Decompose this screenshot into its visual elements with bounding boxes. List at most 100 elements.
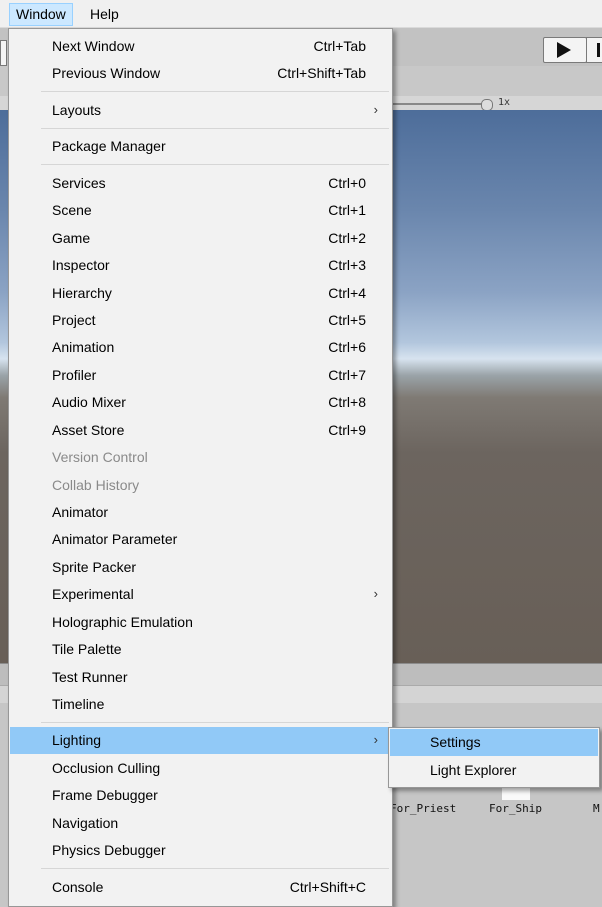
menu-item-label: Package Manager [52,138,166,154]
menu-item-experimental[interactable]: Experimental › [10,581,391,608]
submenu-arrow-icon: › [373,586,378,601]
menu-item-layouts[interactable]: Layouts › [10,97,391,124]
menu-item-shortcut: Ctrl+5 [328,312,366,328]
menu-help[interactable]: Help [84,4,125,25]
menu-item-shortcut: Ctrl+3 [328,257,366,273]
menu-separator [41,91,389,92]
menu-item-animation[interactable]: Animation Ctrl+6 [10,334,391,361]
menu-item-project[interactable]: Project Ctrl+5 [10,307,391,334]
menu-item-shortcut: Ctrl+Tab [313,38,366,54]
menu-item-label: Layouts [52,102,102,118]
menu-item-animator-parameter[interactable]: Animator Parameter [10,526,391,553]
menu-item-shortcut: Ctrl+Shift+C [289,879,366,895]
menu-item-inspector[interactable]: Inspector Ctrl+3 [10,252,391,279]
pause-button[interactable] [586,37,602,63]
play-icon [557,42,571,58]
menu-item-shortcut: Ctrl+4 [328,285,366,301]
menu-item-physics-debugger[interactable]: Physics Debugger [10,837,391,864]
menu-item-profiler[interactable]: Profiler Ctrl+7 [10,362,391,389]
menu-item-label: Profiler [52,367,97,383]
menu-item-label: Lighting [52,732,102,748]
menu-item-services[interactable]: Services Ctrl+0 [10,170,391,197]
menu-item-sprite-packer[interactable]: Sprite Packer [10,554,391,581]
menu-bar: Window Help [0,0,602,28]
lighting-submenu: Settings Light Explorer [388,727,600,788]
play-button[interactable] [543,37,587,63]
menu-item-label: Asset Store [52,422,125,438]
menu-separator [41,868,389,869]
menu-item-label: Frame Debugger [52,787,158,803]
window-menu-dropdown: Next Window Ctrl+Tab Previous Window Ctr… [8,28,393,907]
menu-item-package-manager[interactable]: Package Manager [10,133,391,160]
menu-item-previous-window[interactable]: Previous Window Ctrl+Shift+Tab [10,60,391,87]
menu-item-collab-history: Collab History [10,472,391,499]
scale-label: 1x [498,97,511,108]
menu-item-scene[interactable]: Scene Ctrl+1 [10,197,391,224]
menu-item-animator[interactable]: Animator [10,499,391,526]
asset-label[interactable]: For_Ship [489,802,542,815]
menu-item-lighting[interactable]: Lighting › [10,727,391,754]
menu-item-shortcut: Ctrl+9 [328,422,366,438]
menu-separator [41,128,389,129]
menu-item-label: Hierarchy [52,285,112,301]
menu-item-tile-palette[interactable]: Tile Palette [10,636,391,663]
submenu-arrow-icon: › [373,102,378,117]
submenu-item-light-explorer[interactable]: Light Explorer [390,757,598,784]
menu-item-occlusion-culling[interactable]: Occlusion Culling [10,755,391,782]
menu-item-version-control: Version Control [10,444,391,471]
menu-item-navigation[interactable]: Navigation [10,810,391,837]
menu-item-shortcut: Ctrl+7 [328,367,366,383]
menu-item-label: Inspector [52,257,110,273]
menu-item-label: Animation [52,339,115,355]
menu-item-label: Next Window [52,38,135,54]
scale-slider[interactable] [392,103,490,105]
menu-item-label: Experimental [52,586,134,602]
submenu-item-label: Light Explorer [430,762,517,778]
menu-item-frame-debugger[interactable]: Frame Debugger [10,782,391,809]
menu-item-label: Game [52,230,91,246]
menu-item-shortcut: Ctrl+1 [328,202,366,218]
submenu-item-settings[interactable]: Settings [390,729,598,756]
menu-item-label: Project [52,312,96,328]
menu-item-label: Tile Palette [52,641,122,657]
menu-separator [41,164,389,165]
menu-item-label: Navigation [52,815,119,831]
menu-item-next-window[interactable]: Next Window Ctrl+Tab [10,33,391,60]
asset-label[interactable]: M [593,802,600,815]
menu-separator [41,722,389,723]
menu-item-test-runner[interactable]: Test Runner [10,664,391,691]
menu-item-label: Physics Debugger [52,842,166,858]
menu-item-label: Holographic Emulation [52,614,193,630]
menu-item-shortcut: Ctrl+Shift+Tab [277,65,366,81]
menu-item-shortcut: Ctrl+2 [328,230,366,246]
menu-item-shortcut: Ctrl+8 [328,394,366,410]
toolbar-tool-button[interactable] [0,40,7,66]
menu-item-shortcut: Ctrl+6 [328,339,366,355]
menu-item-label: Sprite Packer [52,559,137,575]
menu-item-label: Test Runner [52,669,128,685]
menu-item-label: Animator [52,504,109,520]
menu-item-label: Collab History [52,477,140,493]
menu-item-shortcut: Ctrl+0 [328,175,366,191]
menu-item-label: Scene [52,202,92,218]
menu-item-label: Timeline [52,696,105,712]
menu-item-label: Animator Parameter [52,531,178,547]
menu-item-timeline[interactable]: Timeline [10,691,391,718]
asset-label[interactable]: For_Priest [390,802,456,815]
menu-item-label: Occlusion Culling [52,760,161,776]
menu-item-label: Previous Window [52,65,161,81]
menu-item-asset-store[interactable]: Asset Store Ctrl+9 [10,417,391,444]
menu-item-console[interactable]: Console Ctrl+Shift+C [10,874,391,901]
menu-item-audio-mixer[interactable]: Audio Mixer Ctrl+8 [10,389,391,416]
menu-item-game[interactable]: Game Ctrl+2 [10,225,391,252]
menu-window[interactable]: Window [9,3,73,26]
pause-icon [597,43,600,57]
menu-item-hierarchy[interactable]: Hierarchy Ctrl+4 [10,280,391,307]
menu-item-label: Services [52,175,106,191]
menu-item-label: Version Control [52,449,148,465]
menu-item-label: Console [52,879,104,895]
submenu-arrow-icon: › [373,732,378,747]
menu-item-label: Audio Mixer [52,394,126,410]
menu-item-holographic-emulation[interactable]: Holographic Emulation [10,609,391,636]
submenu-item-label: Settings [430,734,481,750]
